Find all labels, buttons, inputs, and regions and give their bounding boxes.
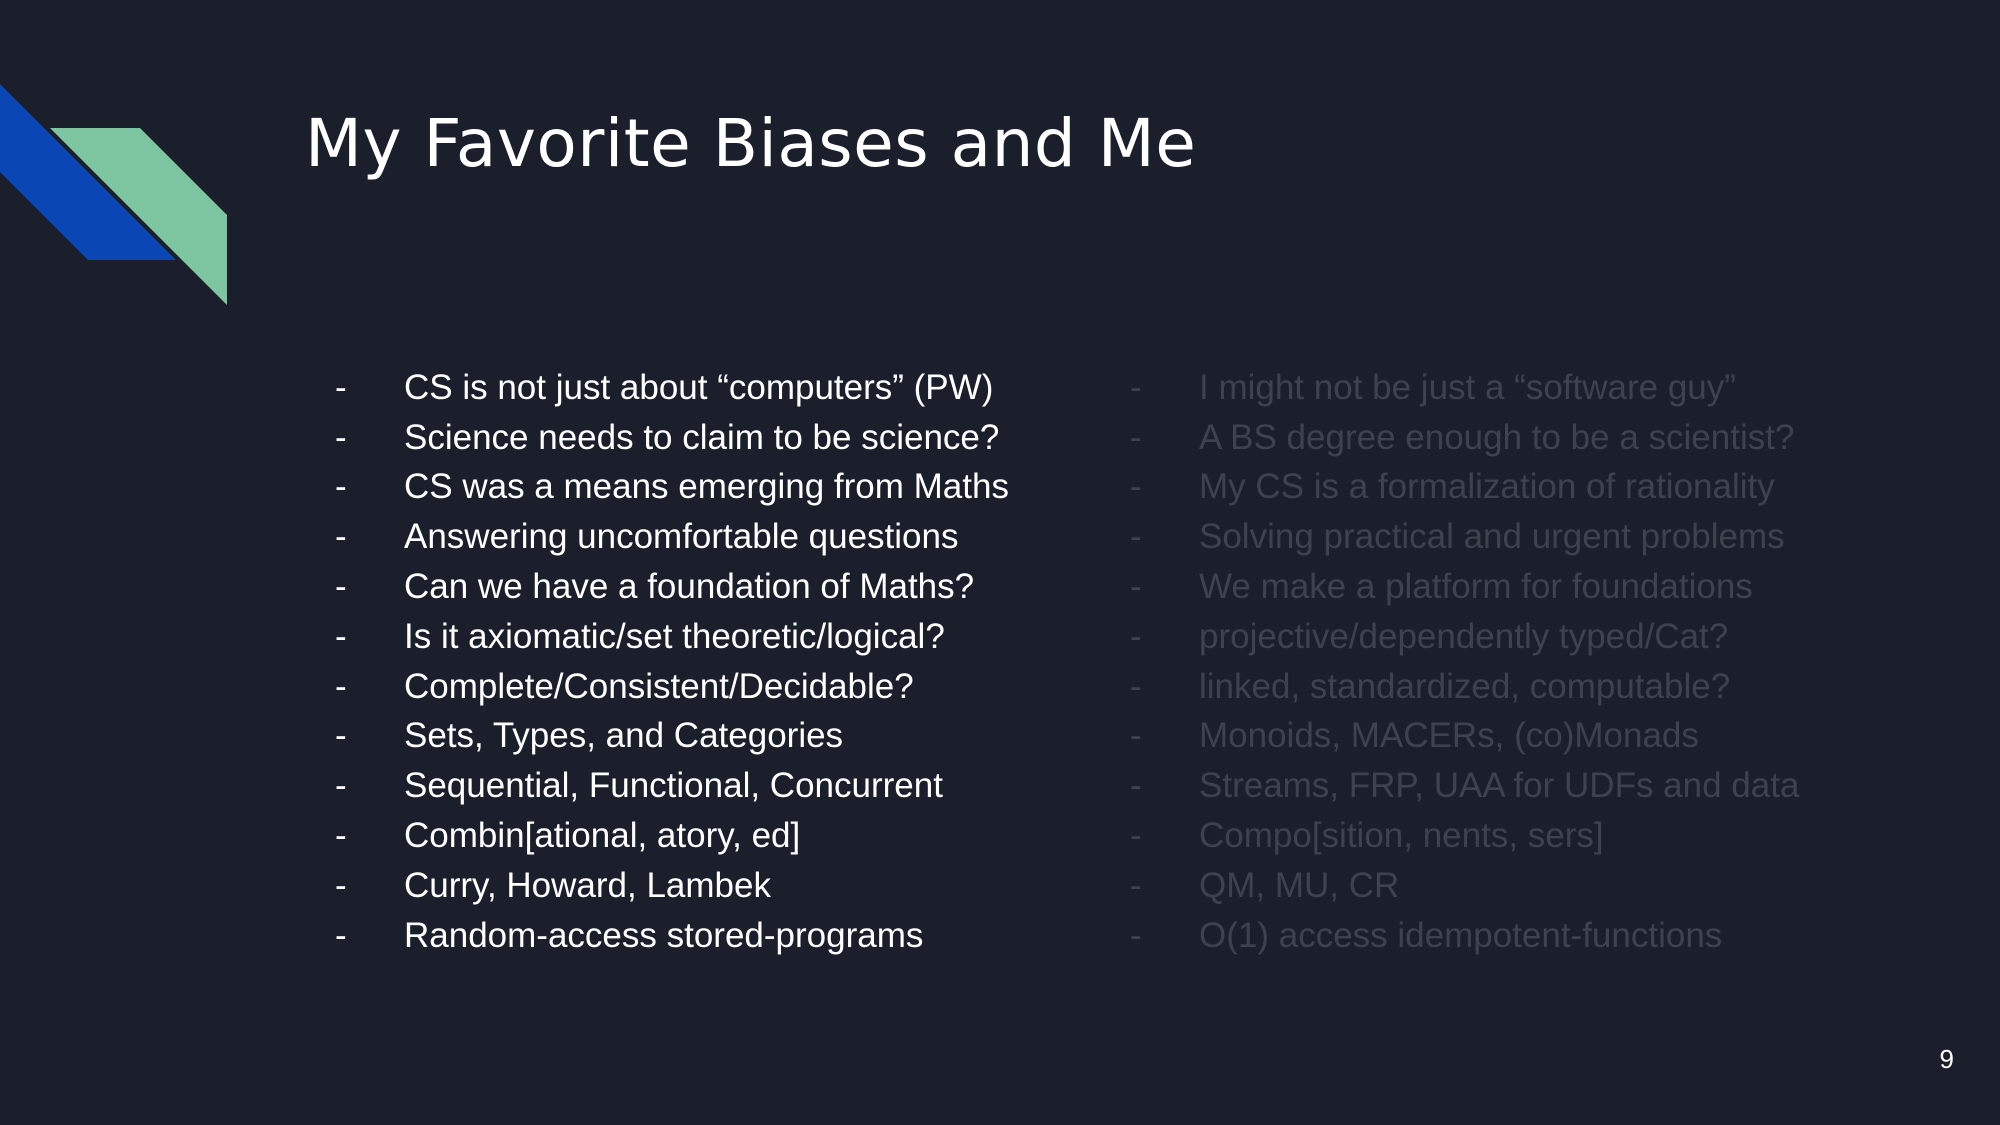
list-item-text: Science needs to claim to be science? xyxy=(404,417,1000,457)
bullet-dash: - xyxy=(1130,766,1142,806)
list-item-text: Streams, FRP, UAA for UDFs and data xyxy=(1199,766,1800,806)
list-item: - Curry, Howard, Lambek xyxy=(335,861,1009,911)
bullet-dash: - xyxy=(335,567,347,607)
list-item: - Solving practical and urgent problems xyxy=(1130,512,1799,562)
bullet-dash: - xyxy=(335,417,347,457)
page-number: 9 xyxy=(1939,1044,1954,1074)
right-bullet-list: - I might not be just a “software guy” - A… xyxy=(1130,363,1799,961)
list-item-text: Random-access stored-programs xyxy=(404,915,924,955)
left-bullet-list: - CS is not just about “computers” (PW) -… xyxy=(335,363,1009,961)
list-item-text: Sets, Types, and Categories xyxy=(404,716,844,756)
list-item-text: linked, standardized, computable? xyxy=(1199,666,1731,706)
bullet-dash: - xyxy=(335,865,347,905)
list-item: - Combin[ational, atory, ed] xyxy=(335,811,1009,861)
list-item: - CS is not just about “computers” (PW) xyxy=(335,363,1009,413)
bullet-dash: - xyxy=(335,766,347,806)
list-item: - Compo[sition, nents, sers] xyxy=(1130,811,1799,861)
bullet-dash: - xyxy=(1130,716,1142,756)
list-item-text: QM, MU, CR xyxy=(1199,865,1400,905)
bullet-dash: - xyxy=(1130,616,1142,656)
slide-title: My Favorite Biases and Me xyxy=(305,105,1197,182)
list-item: - Answering uncomfortable questions xyxy=(335,512,1009,562)
list-item: - CS was a means emerging from Maths xyxy=(335,463,1009,513)
bullet-dash: - xyxy=(335,915,347,955)
list-item-text: Combin[ational, atory, ed] xyxy=(404,816,801,856)
list-item-text: projective/dependently typed/Cat? xyxy=(1199,616,1729,656)
list-item: - I might not be just a “software guy” xyxy=(1130,363,1799,413)
list-item-text: A BS degree enough to be a scientist? xyxy=(1199,417,1795,457)
list-item-text: CS is not just about “computers” (PW) xyxy=(404,367,994,407)
slide: My Favorite Biases and Me - CS is not jus… xyxy=(0,0,2000,1125)
bullet-dash: - xyxy=(335,616,347,656)
list-item-text: Can we have a foundation of Maths? xyxy=(404,567,975,607)
list-item-text: CS was a means emerging from Maths xyxy=(404,467,1009,507)
bullet-dash: - xyxy=(1130,865,1142,905)
bullet-dash: - xyxy=(335,716,347,756)
bullet-dash: - xyxy=(335,517,347,557)
list-item-text: Is it axiomatic/set theoretic/logical? xyxy=(404,616,945,656)
list-item: - Can we have a foundation of Maths? xyxy=(335,562,1009,612)
list-item-text: Sequential, Functional, Concurrent xyxy=(404,766,943,806)
list-item-text: Monoids, MACERs, (co)Monads xyxy=(1199,716,1699,756)
list-item: - projective/dependently typed/Cat? xyxy=(1130,612,1799,662)
bullet-dash: - xyxy=(1130,467,1142,507)
list-item: - Complete/Consistent/Decidable? xyxy=(335,662,1009,712)
bullet-dash: - xyxy=(1130,517,1142,557)
bullet-dash: - xyxy=(1130,816,1142,856)
list-item: - O(1) access idempotent-functions xyxy=(1130,911,1799,961)
list-item: - Sequential, Functional, Concurrent xyxy=(335,761,1009,811)
list-item: - Streams, FRP, UAA for UDFs and data xyxy=(1130,761,1799,811)
list-item: - My CS is a formalization of rationality xyxy=(1130,463,1799,513)
list-item-text: We make a platform for foundations xyxy=(1199,567,1753,607)
list-item: - Is it axiomatic/set theoretic/logical? xyxy=(335,612,1009,662)
bullet-dash: - xyxy=(1130,567,1142,607)
bullet-dash: - xyxy=(1130,417,1142,457)
list-item-text: O(1) access idempotent-functions xyxy=(1199,915,1723,955)
corner-stripes-decoration xyxy=(0,84,227,305)
list-item: - Random-access stored-programs xyxy=(335,911,1009,961)
bullet-dash: - xyxy=(335,467,347,507)
bullet-dash: - xyxy=(335,816,347,856)
list-item-text: Solving practical and urgent problems xyxy=(1199,517,1785,557)
list-item: - linked, standardized, computable? xyxy=(1130,662,1799,712)
bullet-dash: - xyxy=(335,367,347,407)
list-item: - We make a platform for foundations xyxy=(1130,562,1799,612)
list-item-text: Complete/Consistent/Decidable? xyxy=(404,666,914,706)
list-item-text: Answering uncomfortable questions xyxy=(404,517,959,557)
list-item-text: I might not be just a “software guy” xyxy=(1199,367,1736,407)
bullet-dash: - xyxy=(1130,915,1142,955)
list-item-text: My CS is a formalization of rationality xyxy=(1199,467,1775,507)
list-item: - QM, MU, CR xyxy=(1130,861,1799,911)
bullet-dash: - xyxy=(1130,367,1142,407)
list-item-text: Curry, Howard, Lambek xyxy=(404,865,771,905)
list-item: - Monoids, MACERs, (co)Monads xyxy=(1130,712,1799,762)
bullet-dash: - xyxy=(1130,666,1142,706)
list-item: - A BS degree enough to be a scientist? xyxy=(1130,413,1799,463)
bullet-dash: - xyxy=(335,666,347,706)
list-item: - Science needs to claim to be science? xyxy=(335,413,1009,463)
list-item-text: Compo[sition, nents, sers] xyxy=(1199,816,1604,856)
list-item: - Sets, Types, and Categories xyxy=(335,712,1009,762)
